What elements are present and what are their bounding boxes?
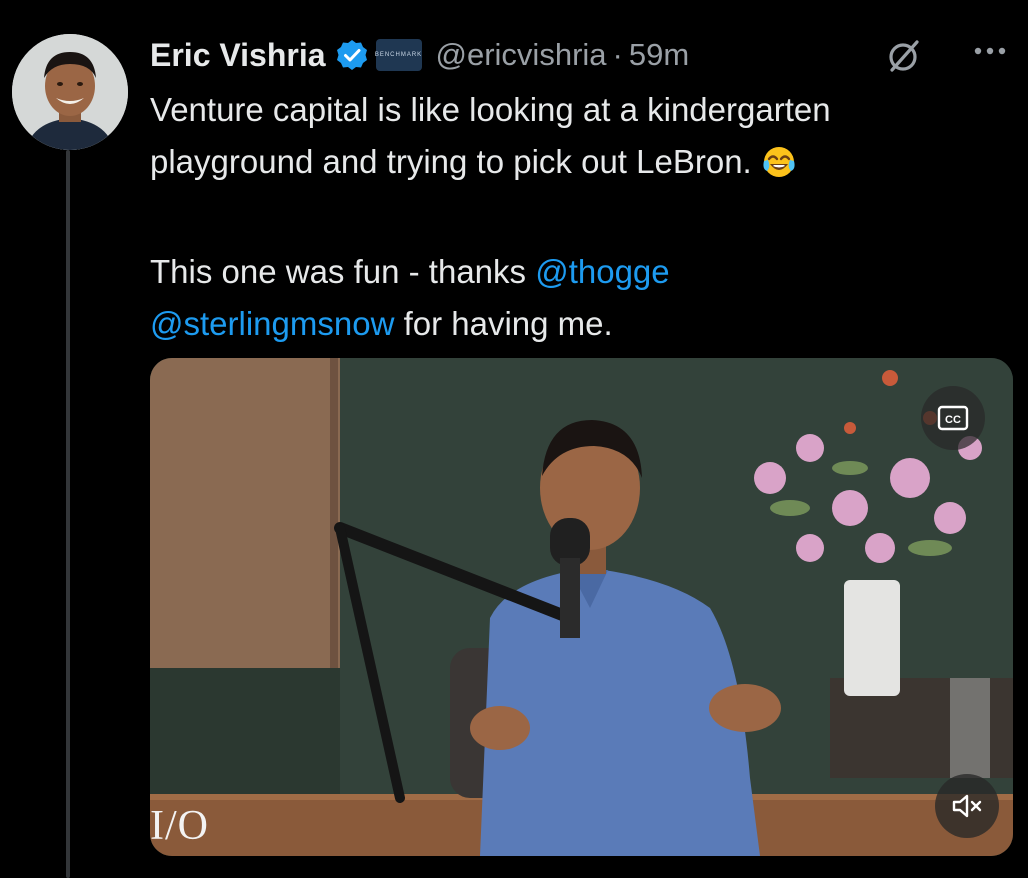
mention-link-thogge[interactable]: @thogge [535, 253, 669, 290]
timestamp[interactable]: 59m [629, 37, 689, 73]
video-watermark: I/O [150, 803, 209, 849]
tweet-text: Venture capital is like looking at a kin… [150, 84, 1010, 350]
face-with-tears-of-joy-icon [762, 142, 796, 194]
video-player[interactable]: CC I/O [150, 358, 1013, 856]
verified-badge-icon[interactable] [336, 39, 368, 71]
video-frame [150, 358, 1013, 856]
avatar[interactable] [12, 34, 128, 150]
more-icon[interactable] [972, 44, 1008, 63]
tweet-text-line-2-text: playground and trying to pick out LeBron… [150, 143, 752, 180]
display-name[interactable]: Eric Vishria [150, 37, 326, 74]
tweet-text-line-3-text: This one was fun - thanks [150, 253, 536, 290]
tweet-text-line-4-text: for having me. [394, 305, 613, 342]
affiliation-badge-label: BENCHMARK [374, 52, 423, 58]
grok-icon[interactable] [884, 36, 924, 81]
user-handle[interactable]: @ericvishria [436, 37, 607, 73]
tweet-text-line-1: Venture capital is like looking at a kin… [150, 91, 831, 128]
muted-speaker-icon [950, 792, 984, 820]
captions-label: CC [945, 414, 961, 426]
affiliation-badge[interactable]: BENCHMARK [374, 39, 423, 71]
tweet-text-line-3: This one was fun - thanks @thogge [150, 246, 1010, 298]
tweet-text-line-2: playground and trying to pick out LeBron… [150, 136, 1010, 194]
tweet-text-line-4: @sterlingmsnow for having me. [150, 298, 1010, 350]
tweet-header: Eric Vishria BENCHMARK @ericvishria · 59… [150, 30, 1010, 80]
closed-captions-icon: CC [937, 405, 969, 431]
avatar-image [12, 34, 128, 150]
mention-link-sterlingmsnow[interactable]: @sterlingmsnow [150, 305, 394, 342]
separator-dot: · [612, 37, 623, 72]
mute-button[interactable] [935, 774, 999, 838]
thread-connector-line [66, 150, 70, 878]
captions-button[interactable]: CC [921, 386, 985, 450]
